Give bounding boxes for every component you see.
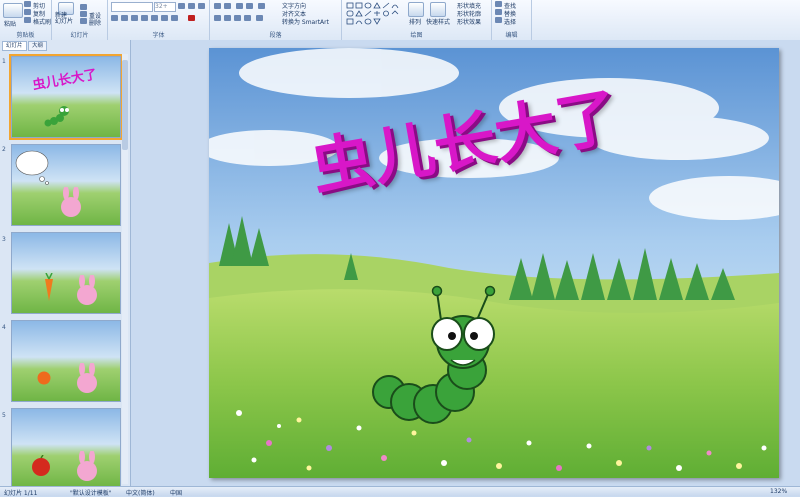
- rabbit-thumb-icon: [77, 363, 97, 393]
- slides-panel: 幻灯片 大纲 1 虫儿长大了 2 3 4 5: [0, 40, 131, 488]
- align-right-icon[interactable]: [234, 15, 241, 21]
- new-slide-button[interactable]: 新建 幻灯片: [55, 13, 73, 25]
- delete-icon[interactable]: [80, 18, 87, 24]
- drawing-label: 绘图: [410, 32, 423, 39]
- tab-outline[interactable]: 大纲: [28, 41, 48, 51]
- rabbit-thumb-icon: [77, 451, 97, 481]
- font-label: 字体: [152, 32, 165, 39]
- decrease-indent-icon[interactable]: [236, 3, 243, 9]
- find-icon[interactable]: [495, 1, 502, 7]
- line-spacing-icon[interactable]: [258, 3, 265, 9]
- rabbit-thumb-icon: [61, 187, 81, 217]
- bullets-icon[interactable]: [214, 3, 221, 9]
- thumb-number: 2: [2, 146, 6, 153]
- align-center-icon[interactable]: [224, 15, 231, 21]
- panel-scroll-thumb[interactable]: [122, 60, 128, 150]
- slide-canvas-area: 虫儿长大了: [131, 40, 800, 486]
- numbering-icon[interactable]: [224, 3, 231, 9]
- grow-font-icon[interactable]: [178, 3, 185, 9]
- quick-styles-button[interactable]: 快速样式: [426, 17, 450, 26]
- clipboard-label: 剪贴板: [16, 32, 35, 39]
- theme-name: "默认设计模板": [70, 490, 112, 497]
- paste-button[interactable]: 粘贴: [4, 19, 16, 28]
- font-group: 32+ 字体: [108, 0, 210, 40]
- slide-thumbnail-2[interactable]: [11, 144, 121, 226]
- format-painter-icon[interactable]: [24, 17, 31, 23]
- select-button[interactable]: 选择: [504, 17, 516, 26]
- cut-icon[interactable]: [24, 1, 31, 7]
- slides-label: 幻灯片: [70, 32, 89, 39]
- shadow-icon[interactable]: [151, 15, 158, 21]
- paragraph-group: 文字方向 对齐文本 转换为 SmartArt 段落: [210, 0, 342, 40]
- delete-button[interactable]: 删除: [89, 18, 101, 27]
- increase-indent-icon[interactable]: [246, 3, 253, 9]
- thumb-number: 5: [2, 412, 6, 419]
- arrange-button[interactable]: 排列: [409, 17, 421, 26]
- thumb-number: 3: [2, 236, 6, 243]
- panel-scrollbar[interactable]: [122, 54, 128, 484]
- copy-icon[interactable]: [24, 9, 31, 15]
- ribbon: 粘贴 剪切 复制 格式刷 剪贴板 新建 幻灯片 重设 删除 幻灯片 32+ 字体: [0, 0, 800, 41]
- thumb-number: 1: [2, 58, 6, 65]
- select-icon[interactable]: [495, 17, 502, 23]
- slide-canvas[interactable]: 虫儿长大了: [209, 48, 779, 478]
- drawing-group: 排列 快速样式 形状填充 形状轮廓 形状效果 绘图: [342, 0, 492, 40]
- shape-effects-button[interactable]: 形状效果: [457, 17, 481, 26]
- thought-bubble-icon: [15, 150, 49, 185]
- columns-icon[interactable]: [256, 15, 263, 21]
- change-case-icon[interactable]: [171, 15, 178, 21]
- replace-icon[interactable]: [495, 9, 502, 15]
- font-size-combo[interactable]: 32+: [154, 2, 176, 12]
- reset-icon[interactable]: [80, 11, 87, 17]
- thumb-number: 4: [2, 324, 6, 331]
- apple-thumb-icon: [32, 455, 50, 476]
- editing-group: 查找 替换 选择 编辑: [492, 0, 532, 40]
- font-name-combo[interactable]: [111, 2, 153, 12]
- slides-group: 新建 幻灯片 重设 删除 幻灯片: [52, 0, 108, 40]
- slide-thumbnail-3[interactable]: [11, 232, 121, 314]
- zoom-level[interactable]: 132%: [770, 488, 787, 495]
- editing-label: 编辑: [505, 32, 518, 39]
- align-left-icon[interactable]: [214, 15, 221, 21]
- slide-thumbnail-1[interactable]: 虫儿长大了: [9, 54, 123, 140]
- carrot-thumb-icon: [45, 273, 53, 301]
- panel-tabs: 幻灯片 大纲: [2, 41, 126, 51]
- strikethrough-icon[interactable]: [141, 15, 148, 21]
- shapes-gallery[interactable]: [346, 2, 404, 26]
- rabbit-thumb-icon: [77, 275, 97, 305]
- clipboard-group: 粘贴 剪切 复制 格式刷 剪贴板: [0, 0, 52, 40]
- underline-icon[interactable]: [131, 15, 138, 21]
- clear-format-icon[interactable]: [198, 3, 205, 9]
- slide-thumbnail-4[interactable]: [11, 320, 121, 402]
- italic-icon[interactable]: [121, 15, 128, 21]
- tab-slides[interactable]: 幻灯片: [2, 41, 27, 51]
- shrink-font-icon[interactable]: [188, 3, 195, 9]
- caterpillar-icon[interactable]: [359, 280, 519, 440]
- bold-icon[interactable]: [111, 15, 118, 21]
- slide-thumbnail-5[interactable]: [11, 408, 121, 488]
- arrange-icon[interactable]: [408, 2, 424, 17]
- region-indicator: 中国: [170, 490, 183, 497]
- smartart-button[interactable]: 转换为 SmartArt: [282, 17, 329, 26]
- quick-styles-icon[interactable]: [430, 2, 446, 17]
- caterpillar-thumb-icon: [44, 106, 69, 127]
- justify-icon[interactable]: [244, 15, 251, 21]
- layout-icon[interactable]: [80, 4, 87, 10]
- orange-thumb-icon: [37, 371, 51, 385]
- paste-icon[interactable]: [3, 3, 23, 18]
- slide-counter: 幻灯片 1/11: [4, 490, 38, 497]
- language-indicator: 中文(简体): [126, 490, 155, 497]
- thumb-title: 虫儿长大了: [31, 67, 99, 94]
- char-spacing-icon[interactable]: [161, 15, 168, 21]
- paragraph-label: 段落: [269, 32, 282, 39]
- format-painter-button[interactable]: 格式刷: [33, 17, 51, 26]
- font-color-icon[interactable]: [188, 15, 195, 21]
